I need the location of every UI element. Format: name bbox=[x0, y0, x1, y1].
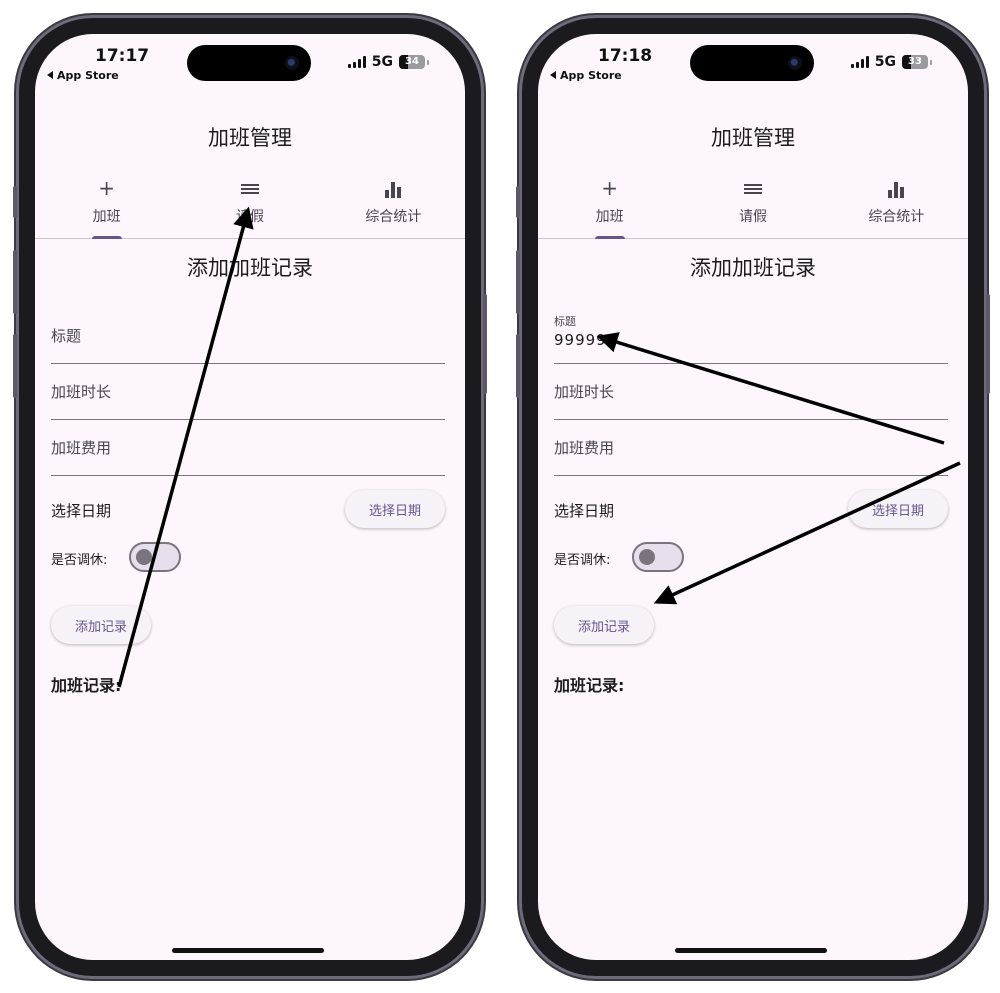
status-time: 17:18 bbox=[598, 46, 653, 66]
overtime-pay-placeholder: 加班费用 bbox=[554, 439, 615, 457]
tab-statistics[interactable]: 综合统计 bbox=[825, 168, 968, 238]
plus-icon: + bbox=[601, 176, 619, 200]
back-arrow-icon bbox=[550, 71, 556, 79]
battery-level: 34 bbox=[405, 56, 419, 67]
tab-label: 加班 bbox=[595, 209, 624, 225]
phone-right: 17:18 App Store 5G 33 加班管理 + 加班 请假 综合统计 … bbox=[516, 18, 990, 976]
action-button bbox=[13, 186, 17, 218]
tab-overtime[interactable]: + 加班 bbox=[538, 168, 681, 239]
status-time: 17:17 bbox=[95, 46, 150, 66]
action-button bbox=[516, 186, 520, 218]
add-record-button[interactable]: 添加记录 bbox=[51, 606, 152, 644]
tab-label: 综合统计 bbox=[868, 209, 925, 225]
switch-knob bbox=[136, 549, 152, 565]
form-title: 添加加班记录 bbox=[187, 256, 313, 280]
date-row: 选择日期 选择日期 bbox=[51, 490, 445, 530]
phone-screen: 17:17 App Store 5G 34 加班管理 + 加班 请假 综合统计 … bbox=[35, 34, 465, 960]
bar-chart-icon bbox=[322, 176, 465, 200]
app-title: 加班管理 bbox=[208, 126, 292, 150]
title-value: 999999 bbox=[554, 331, 618, 349]
overtime-hours-placeholder: 加班时长 bbox=[554, 383, 615, 401]
network-type: 5G bbox=[874, 54, 896, 70]
tab-bar: + 加班 请假 综合统计 bbox=[538, 168, 968, 239]
plus-icon: + bbox=[98, 176, 116, 200]
date-label: 选择日期 bbox=[51, 502, 112, 520]
dynamic-island bbox=[187, 45, 311, 81]
title-placeholder: 标题 bbox=[51, 327, 82, 345]
back-label: App Store bbox=[560, 69, 622, 82]
overtime-hours-input[interactable]: 加班时长 bbox=[554, 363, 948, 420]
form-title: 添加加班记录 bbox=[690, 256, 816, 280]
list-icon bbox=[681, 176, 824, 200]
battery-icon: 33 bbox=[902, 55, 928, 69]
phone-left: 17:17 App Store 5G 34 加班管理 + 加班 请假 综合统计 … bbox=[13, 18, 487, 976]
battery-tip bbox=[930, 59, 932, 65]
bar-chart-icon bbox=[825, 176, 968, 200]
screenshot-stage: 17:17 App Store 5G 34 加班管理 + 加班 请假 综合统计 … bbox=[0, 0, 1000, 993]
home-indicator bbox=[172, 948, 324, 953]
select-date-button[interactable]: 选择日期 bbox=[344, 490, 445, 528]
status-indicators: 5G 33 bbox=[850, 54, 932, 70]
tab-overtime[interactable]: + 加班 bbox=[35, 168, 178, 239]
status-indicators: 5G 34 bbox=[347, 54, 429, 70]
date-row: 选择日期 选择日期 bbox=[554, 490, 948, 530]
tab-label: 综合统计 bbox=[365, 209, 422, 225]
tab-label: 请假 bbox=[738, 209, 767, 225]
phone-screen: 17:18 App Store 5G 33 加班管理 + 加班 请假 综合统计 … bbox=[538, 34, 968, 960]
volume-up-button bbox=[13, 250, 17, 314]
comp-leave-switch[interactable] bbox=[129, 542, 181, 572]
network-type: 5G bbox=[371, 54, 393, 70]
tab-label: 请假 bbox=[235, 209, 264, 225]
list-icon bbox=[178, 176, 321, 200]
home-indicator bbox=[675, 948, 827, 953]
overtime-pay-placeholder: 加班费用 bbox=[51, 439, 112, 457]
signal-icon bbox=[850, 56, 869, 68]
back-to-app-store-link[interactable]: App Store bbox=[550, 69, 622, 82]
signal-icon bbox=[347, 56, 366, 68]
tab-indicator bbox=[91, 236, 122, 239]
comp-leave-label: 是否调休: bbox=[51, 553, 108, 568]
overtime-hours-input[interactable]: 加班时长 bbox=[51, 363, 445, 420]
side-button bbox=[986, 294, 990, 394]
tab-bar: + 加班 请假 综合统计 bbox=[35, 168, 465, 239]
app-title: 加班管理 bbox=[711, 126, 795, 150]
tab-statistics[interactable]: 综合统计 bbox=[322, 168, 465, 238]
side-button bbox=[483, 294, 487, 394]
tab-leave[interactable]: 请假 bbox=[178, 168, 321, 238]
add-record-button[interactable]: 添加记录 bbox=[554, 606, 655, 644]
volume-down-button bbox=[516, 334, 520, 398]
battery-icon: 34 bbox=[399, 55, 425, 69]
title-input[interactable]: 标题 bbox=[51, 307, 445, 364]
tab-indicator bbox=[594, 236, 625, 239]
title-floating-label: 标题 bbox=[554, 315, 576, 328]
date-label: 选择日期 bbox=[554, 502, 615, 520]
comp-leave-row: 是否调休: bbox=[554, 542, 854, 574]
back-label: App Store bbox=[57, 69, 119, 82]
camera-icon bbox=[788, 56, 802, 70]
switch-knob bbox=[639, 549, 655, 565]
select-date-button[interactable]: 选择日期 bbox=[847, 490, 948, 528]
battery-tip bbox=[427, 59, 429, 65]
overtime-hours-placeholder: 加班时长 bbox=[51, 383, 112, 401]
back-arrow-icon bbox=[47, 71, 53, 79]
overtime-pay-input[interactable]: 加班费用 bbox=[554, 419, 948, 476]
records-title: 加班记录: bbox=[554, 676, 625, 695]
volume-up-button bbox=[516, 250, 520, 314]
battery-level: 33 bbox=[908, 56, 922, 67]
overtime-pay-input[interactable]: 加班费用 bbox=[51, 419, 445, 476]
dynamic-island bbox=[690, 45, 814, 81]
camera-icon bbox=[285, 56, 299, 70]
comp-leave-row: 是否调休: bbox=[51, 542, 351, 574]
records-title: 加班记录: bbox=[51, 676, 122, 695]
comp-leave-label: 是否调休: bbox=[554, 553, 611, 568]
back-to-app-store-link[interactable]: App Store bbox=[47, 69, 119, 82]
tab-label: 加班 bbox=[92, 209, 121, 225]
tab-leave[interactable]: 请假 bbox=[681, 168, 824, 238]
volume-down-button bbox=[13, 334, 17, 398]
comp-leave-switch[interactable] bbox=[632, 542, 684, 572]
title-input[interactable]: 标题 999999 bbox=[554, 307, 948, 364]
